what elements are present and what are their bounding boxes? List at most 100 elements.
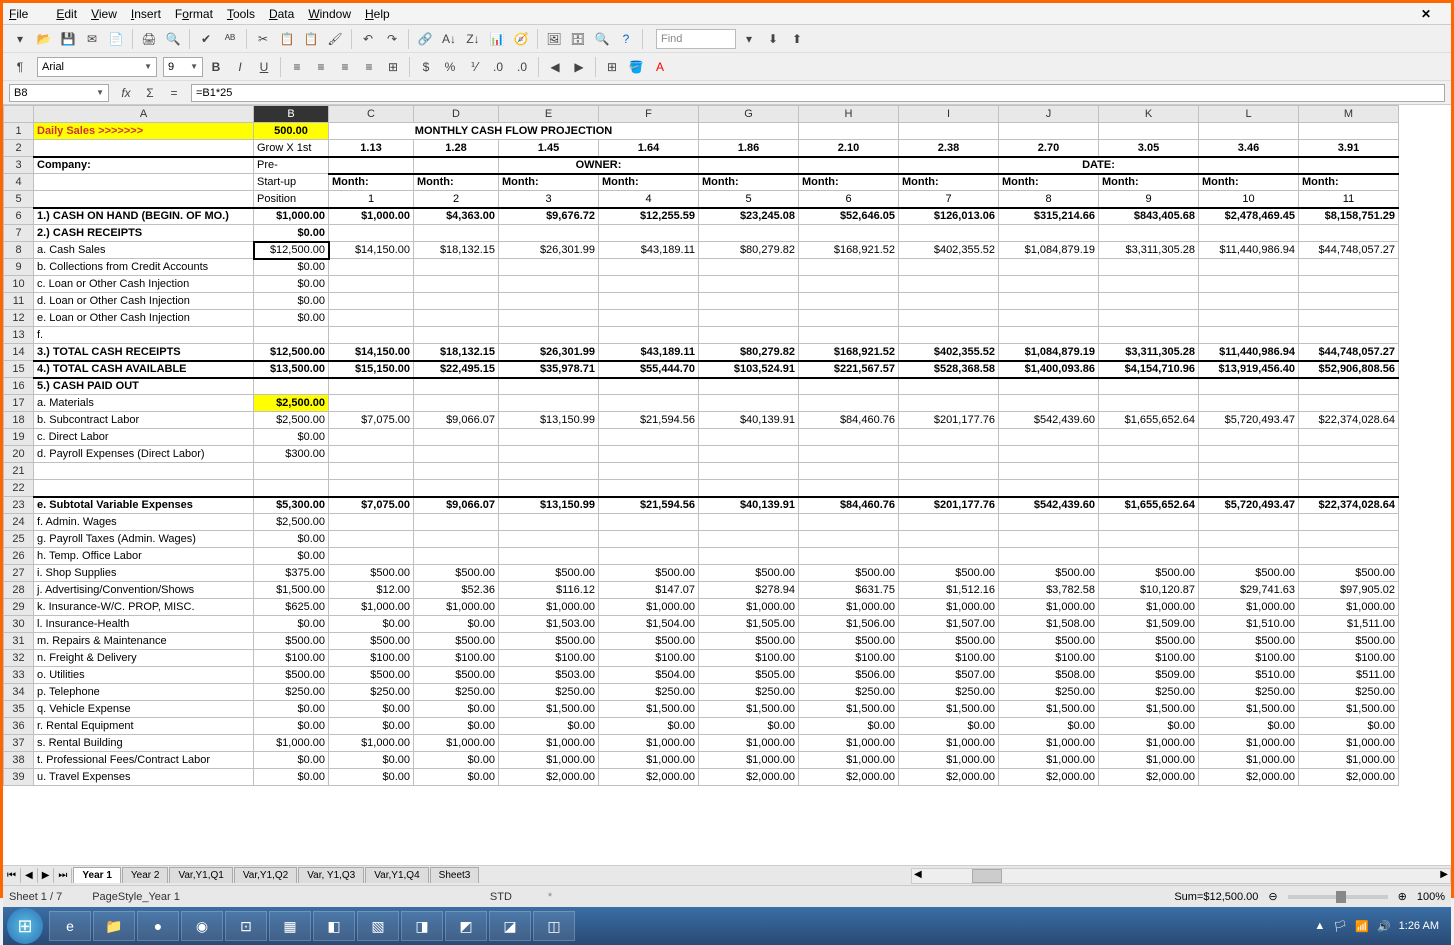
cell[interactable] bbox=[1199, 157, 1299, 174]
cell[interactable] bbox=[1099, 463, 1199, 480]
cell[interactable] bbox=[414, 531, 499, 548]
cell[interactable]: $7,075.00 bbox=[329, 497, 414, 514]
cell[interactable] bbox=[799, 259, 899, 276]
cell[interactable]: $1,000.00 bbox=[499, 752, 599, 769]
cell[interactable]: $500.00 bbox=[254, 633, 329, 650]
cell[interactable] bbox=[999, 463, 1099, 480]
cell[interactable]: $506.00 bbox=[799, 667, 899, 684]
sheet-tab[interactable]: Sheet3 bbox=[430, 867, 480, 883]
cell[interactable]: $1,000.00 bbox=[999, 752, 1099, 769]
cell[interactable]: $1,400,093.86 bbox=[999, 361, 1099, 378]
row-header[interactable]: 29 bbox=[4, 599, 34, 616]
cell[interactable] bbox=[414, 310, 499, 327]
cell[interactable]: Month: bbox=[329, 174, 414, 191]
cell[interactable]: f. Admin. Wages bbox=[34, 514, 254, 531]
cell[interactable] bbox=[899, 225, 999, 242]
taskbar-app9-icon[interactable]: ◫ bbox=[533, 911, 575, 941]
cell[interactable] bbox=[1199, 123, 1299, 140]
cell[interactable] bbox=[1299, 259, 1399, 276]
cell[interactable] bbox=[1099, 259, 1199, 276]
cell[interactable]: 2.) CASH RECEIPTS bbox=[34, 225, 254, 242]
cell[interactable]: $0.00 bbox=[254, 310, 329, 327]
cell[interactable]: 6 bbox=[799, 191, 899, 208]
cell[interactable]: $2,000.00 bbox=[899, 769, 999, 786]
menu-format[interactable]: Format bbox=[175, 7, 213, 21]
cell[interactable]: $0.00 bbox=[1099, 718, 1199, 735]
cell[interactable]: 1.45 bbox=[499, 140, 599, 157]
cell[interactable]: $250.00 bbox=[329, 684, 414, 701]
cell[interactable]: $100.00 bbox=[899, 650, 999, 667]
scrollbar-thumb[interactable] bbox=[972, 869, 1002, 883]
cell[interactable] bbox=[414, 514, 499, 531]
cell[interactable] bbox=[699, 276, 799, 293]
cell[interactable]: r. Rental Equipment bbox=[34, 718, 254, 735]
cell[interactable] bbox=[1199, 327, 1299, 344]
cell[interactable]: $1,500.00 bbox=[599, 701, 699, 718]
sum-icon[interactable]: Σ bbox=[139, 82, 161, 104]
row-header[interactable]: 22 bbox=[4, 480, 34, 497]
cell[interactable]: $44,748,057.27 bbox=[1299, 242, 1399, 259]
standard-format-icon[interactable]: ⅟ bbox=[463, 56, 485, 78]
col-header-H[interactable]: H bbox=[799, 106, 899, 123]
row-header[interactable]: 36 bbox=[4, 718, 34, 735]
cell[interactable] bbox=[1199, 310, 1299, 327]
cell[interactable] bbox=[699, 531, 799, 548]
cell[interactable]: $1,000.00 bbox=[1299, 735, 1399, 752]
cell[interactable] bbox=[599, 429, 699, 446]
col-header-F[interactable]: F bbox=[599, 106, 699, 123]
row-header[interactable]: 16 bbox=[4, 378, 34, 395]
cell[interactable] bbox=[899, 548, 999, 565]
row-header[interactable]: 32 bbox=[4, 650, 34, 667]
cell[interactable] bbox=[1299, 327, 1399, 344]
cell[interactable]: $1,500.00 bbox=[1199, 701, 1299, 718]
cell[interactable]: p. Telephone bbox=[34, 684, 254, 701]
cell[interactable] bbox=[254, 480, 329, 497]
cell[interactable] bbox=[1299, 276, 1399, 293]
cell[interactable] bbox=[699, 514, 799, 531]
cell[interactable] bbox=[799, 157, 899, 174]
cell[interactable]: $1,500.00 bbox=[799, 701, 899, 718]
cell[interactable] bbox=[699, 378, 799, 395]
cell[interactable] bbox=[799, 276, 899, 293]
cell[interactable]: $100.00 bbox=[999, 650, 1099, 667]
menu-view[interactable]: View bbox=[91, 7, 117, 21]
cell[interactable]: $18,132.15 bbox=[414, 344, 499, 361]
currency-icon[interactable]: $ bbox=[415, 56, 437, 78]
cell[interactable] bbox=[1299, 446, 1399, 463]
cell[interactable]: $0.00 bbox=[329, 701, 414, 718]
cell[interactable]: 3.) TOTAL CASH RECEIPTS bbox=[34, 344, 254, 361]
cell[interactable]: MONTHLY CASH FLOW PROJECTION bbox=[329, 123, 699, 140]
cell[interactable]: Position bbox=[254, 191, 329, 208]
cell[interactable]: $13,919,456.40 bbox=[1199, 361, 1299, 378]
cell[interactable]: a. Materials bbox=[34, 395, 254, 412]
cell[interactable]: 4.) TOTAL CASH AVAILABLE bbox=[34, 361, 254, 378]
cell[interactable] bbox=[329, 429, 414, 446]
cell[interactable]: b. Subcontract Labor bbox=[34, 412, 254, 429]
cell[interactable] bbox=[899, 514, 999, 531]
cell[interactable]: $500.00 bbox=[1099, 565, 1199, 582]
cell[interactable] bbox=[499, 276, 599, 293]
cell[interactable] bbox=[899, 157, 999, 174]
cell[interactable]: $1,000.00 bbox=[1099, 735, 1199, 752]
sheet-tab[interactable]: Year 1 bbox=[73, 867, 120, 883]
cell[interactable]: $1,000.00 bbox=[799, 752, 899, 769]
row-header[interactable]: 35 bbox=[4, 701, 34, 718]
row-header[interactable]: 18 bbox=[4, 412, 34, 429]
cell[interactable]: $528,368.58 bbox=[899, 361, 999, 378]
cell[interactable]: $2,000.00 bbox=[1199, 769, 1299, 786]
cell[interactable]: $22,495.15 bbox=[414, 361, 499, 378]
cell[interactable] bbox=[599, 514, 699, 531]
cell[interactable] bbox=[414, 378, 499, 395]
cell[interactable]: $0.00 bbox=[1299, 718, 1399, 735]
cell[interactable]: $1,000.00 bbox=[799, 599, 899, 616]
spreadsheet-grid[interactable]: A B C D E F G H I J K L M 1 Daily Sales … bbox=[3, 105, 1451, 865]
copy-icon[interactable]: 📋 bbox=[276, 28, 298, 50]
cell[interactable] bbox=[499, 480, 599, 497]
cell[interactable]: $2,500.00 bbox=[254, 514, 329, 531]
sort-asc-icon[interactable]: A↓ bbox=[438, 28, 460, 50]
taskbar-app-icon[interactable]: ● bbox=[137, 911, 179, 941]
cell[interactable] bbox=[1299, 310, 1399, 327]
cell[interactable] bbox=[599, 293, 699, 310]
cell[interactable]: $509.00 bbox=[1099, 667, 1199, 684]
cell[interactable]: 1.86 bbox=[699, 140, 799, 157]
